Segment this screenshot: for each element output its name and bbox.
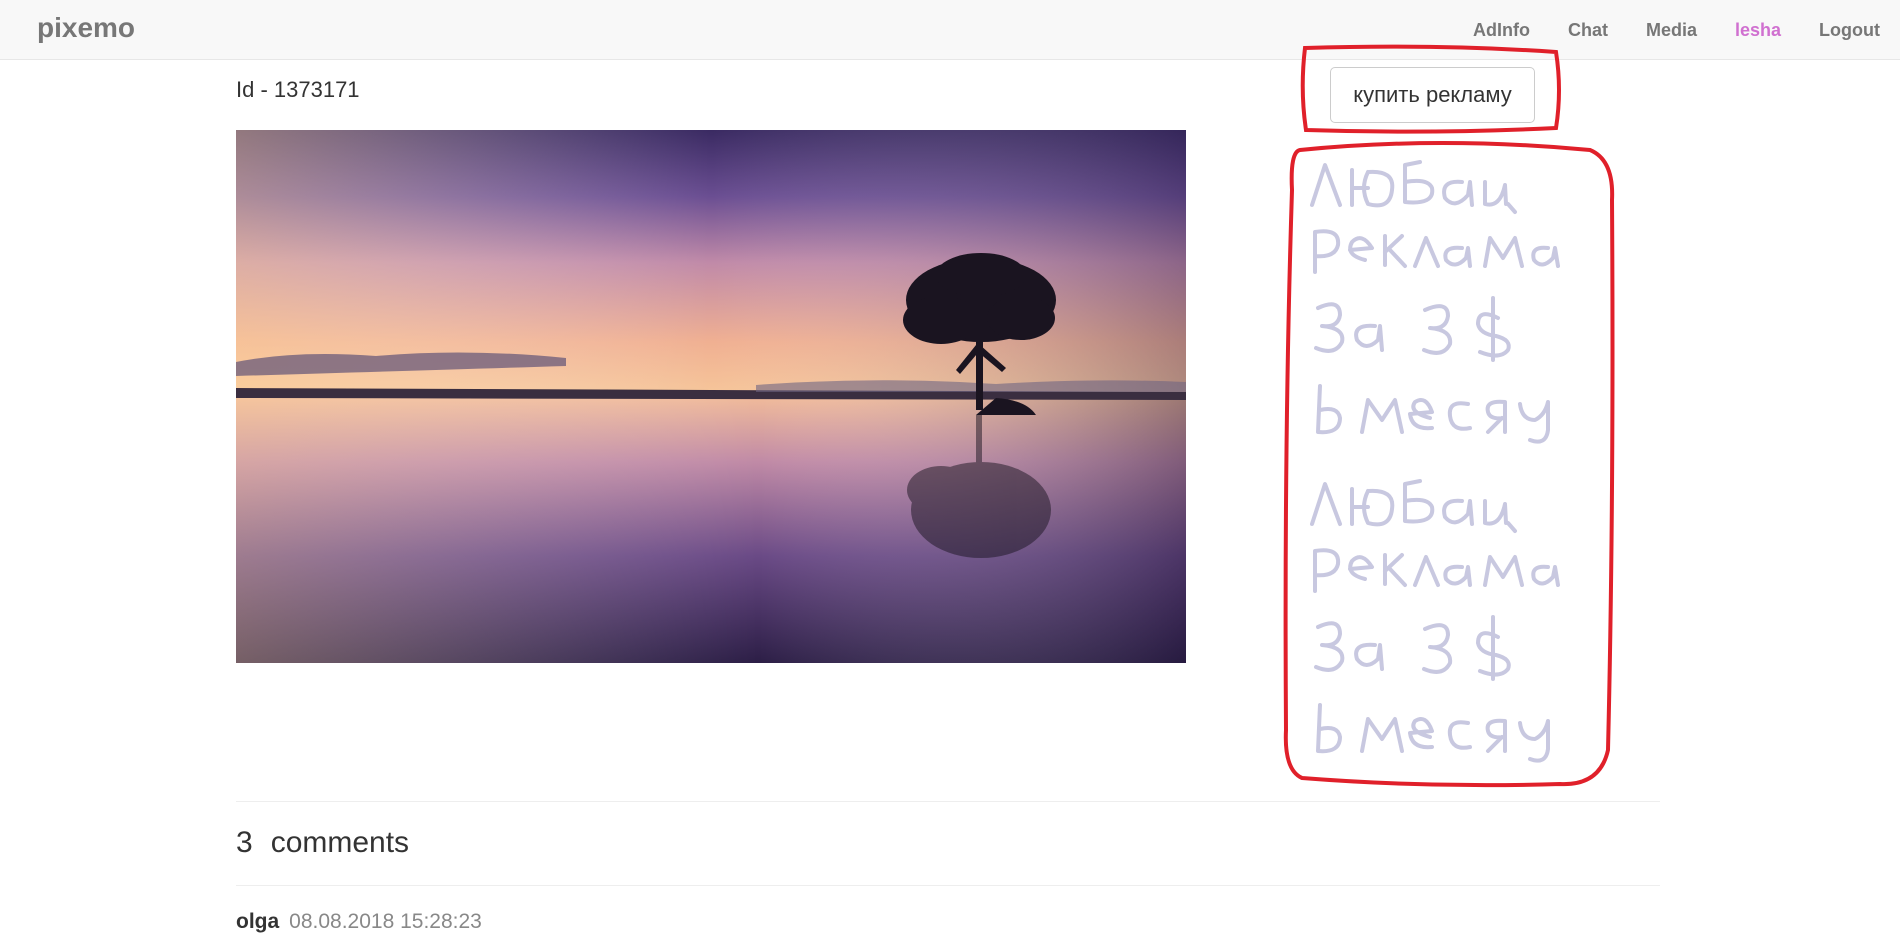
nav-link-adinfo[interactable]: AdInfo: [1473, 20, 1530, 41]
nav-links: AdInfo Chat Media lesha Logout: [1473, 0, 1900, 60]
comment-author[interactable]: olga: [236, 910, 279, 933]
post-id-label: Id - 1373171: [236, 77, 360, 102]
comment-item: olga 08.08.2018 15:28:23: [236, 910, 482, 934]
annotation-box-ad-space: [1283, 141, 1615, 788]
nav-link-chat[interactable]: Chat: [1568, 20, 1608, 41]
comments-heading: 3 comments: [236, 826, 409, 860]
handwritten-ad-note: [1310, 160, 1560, 763]
comment-date: 08.08.2018 15:28:23: [289, 910, 482, 933]
nav-link-logout[interactable]: Logout: [1819, 20, 1880, 41]
section-divider: [236, 801, 1660, 802]
comments-count: 3: [236, 826, 253, 859]
nav-link-user-profile[interactable]: lesha: [1735, 20, 1781, 41]
post-photo: [236, 130, 1186, 663]
buy-ad-button[interactable]: купить рекламу: [1330, 67, 1535, 123]
brand-logo[interactable]: pixemo: [37, 12, 135, 44]
top-navbar: pixemo AdInfo Chat Media lesha Logout: [0, 0, 1900, 60]
comments-divider: [236, 885, 1660, 886]
comments-label: comments: [270, 826, 410, 859]
nav-link-media[interactable]: Media: [1646, 20, 1697, 41]
